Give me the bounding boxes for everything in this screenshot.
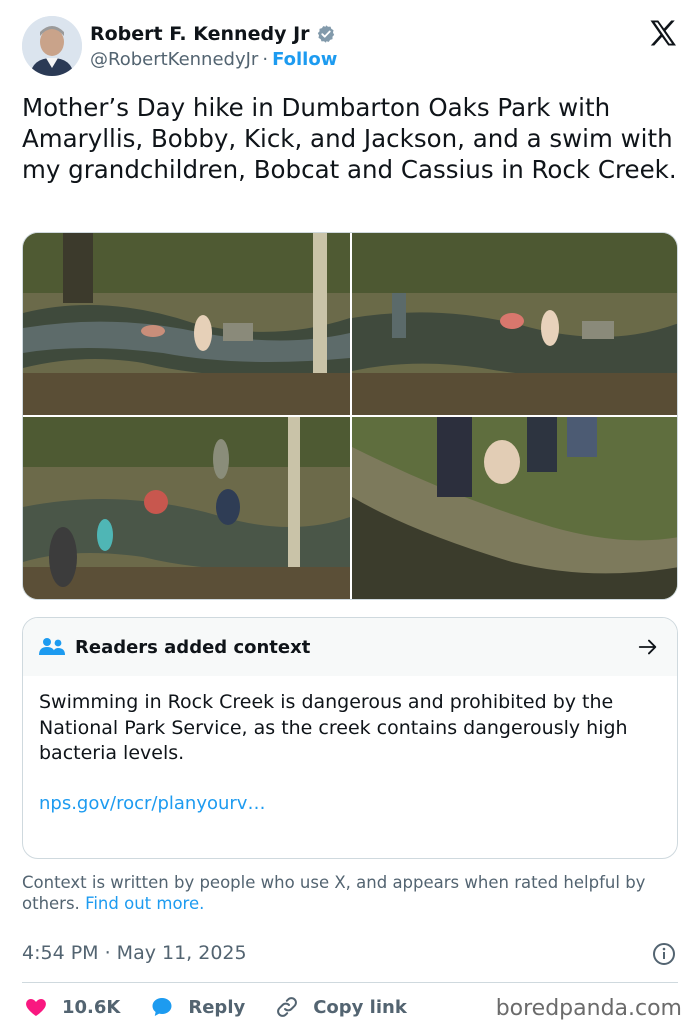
- reply-bubble-icon: [152, 998, 172, 1016]
- like-button[interactable]: 10.6K: [24, 995, 120, 1019]
- community-note-body: Swimming in Rock Creek is dangerous and …: [39, 691, 628, 764]
- reply-label: Reply: [188, 996, 246, 1018]
- photo-3[interactable]: [23, 417, 350, 599]
- tweet-header: Robert F. Kennedy Jr @RobertKennedyJr · …: [22, 16, 682, 78]
- tweet-timestamp[interactable]: 4:54 PM · May 11, 2025: [22, 942, 247, 964]
- photo-1[interactable]: [23, 233, 350, 415]
- handle-separator: ·: [262, 49, 269, 70]
- community-note-header[interactable]: Readers added context: [23, 618, 677, 676]
- photo-2[interactable]: [352, 233, 677, 415]
- action-bar: 10.6K Reply Copy link: [24, 994, 437, 1020]
- author-avatar[interactable]: [22, 16, 82, 76]
- community-note-link[interactable]: nps.gov/rocr/planyourv…: [39, 791, 661, 817]
- follow-button[interactable]: Follow: [272, 49, 337, 70]
- photo-4[interactable]: [352, 417, 677, 599]
- reply-button[interactable]: Reply: [150, 995, 245, 1019]
- like-count: 10.6K: [62, 996, 121, 1018]
- heart-icon: [26, 999, 46, 1016]
- link-icon: [277, 997, 298, 1017]
- verified-badge-icon: [317, 25, 334, 43]
- divider: [22, 982, 678, 983]
- author-name[interactable]: Robert F. Kennedy Jr: [90, 23, 310, 45]
- author-handle[interactable]: @RobertKennedyJr: [90, 49, 258, 70]
- community-note[interactable]: Readers added context Swimming in Rock C…: [22, 617, 678, 859]
- arrow-right-icon[interactable]: [637, 636, 659, 658]
- find-out-more-link[interactable]: Find out more.: [85, 894, 204, 913]
- copy-link-label: Copy link: [313, 996, 407, 1018]
- photo-grid: [22, 232, 678, 600]
- tweet-text: Mother’s Day hike in Dumbarton Oaks Park…: [22, 93, 677, 184]
- community-note-title: Readers added context: [75, 636, 311, 658]
- info-icon[interactable]: [652, 942, 676, 966]
- context-footer: Context is written by people who use X, …: [22, 872, 682, 914]
- people-icon: [39, 638, 65, 655]
- watermark: boredpanda.com: [495, 996, 682, 1021]
- copy-link-button[interactable]: Copy link: [275, 995, 407, 1019]
- x-logo-icon[interactable]: [648, 18, 678, 48]
